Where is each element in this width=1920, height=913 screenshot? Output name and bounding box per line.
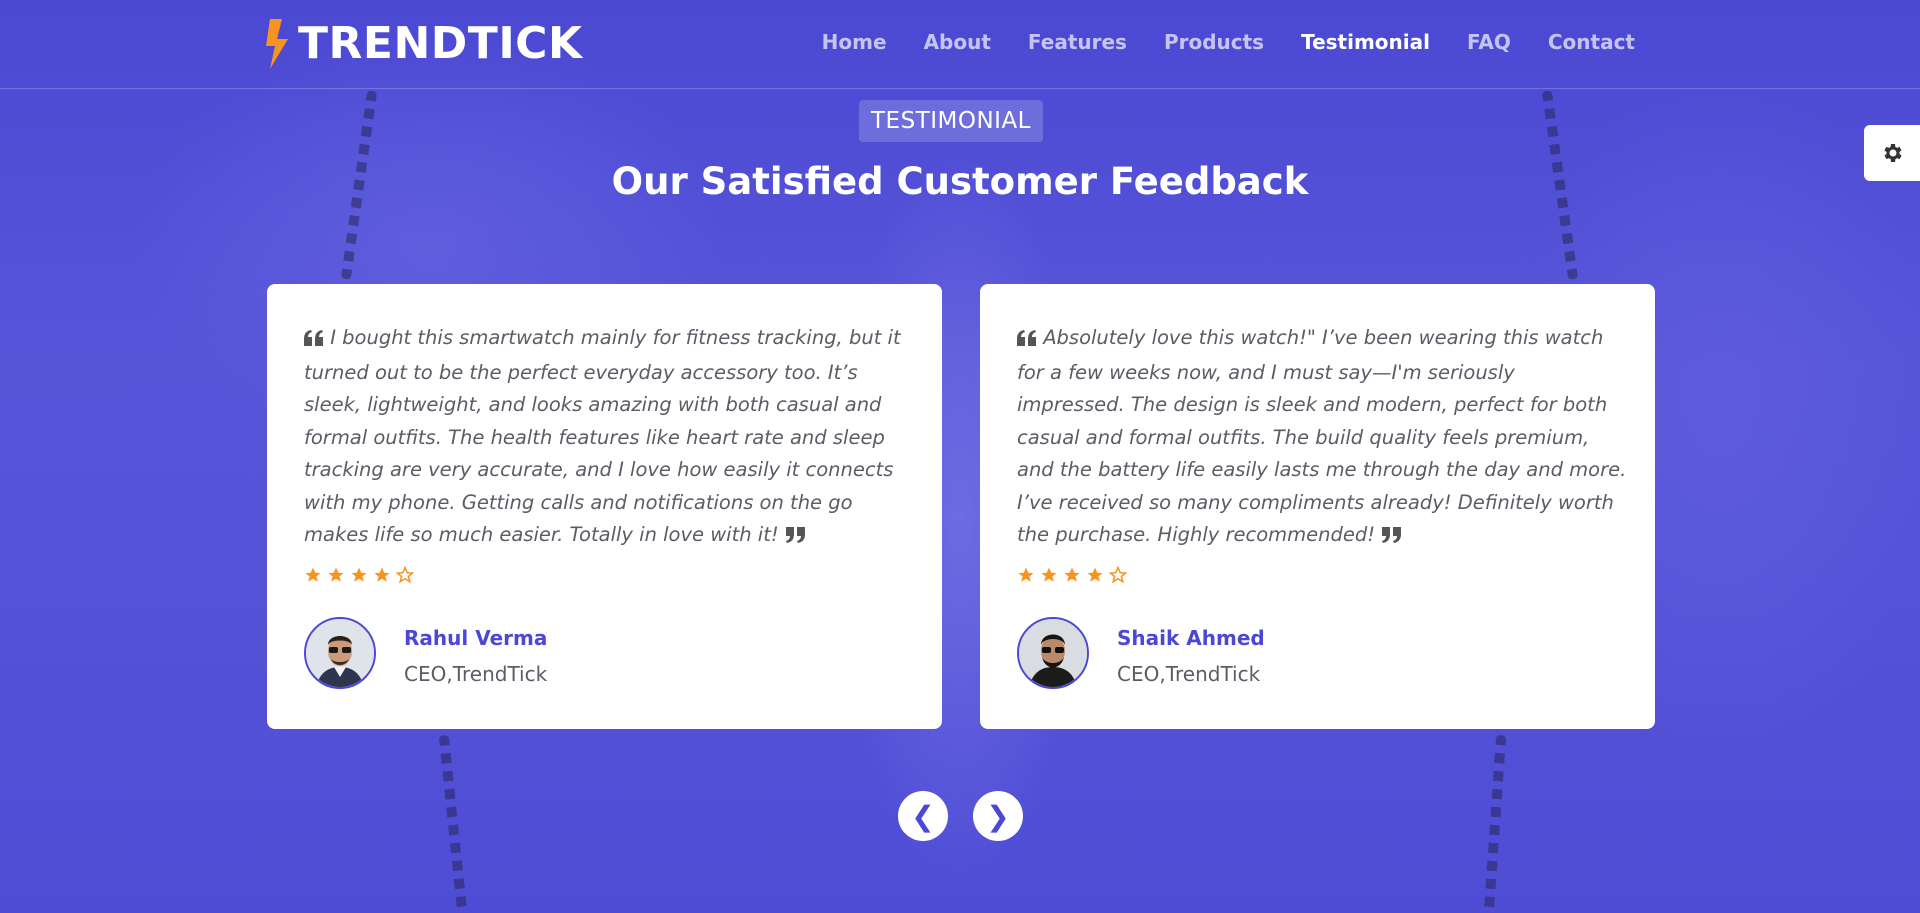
nav-testimonial[interactable]: Testimonial [1301, 30, 1430, 54]
swing-chain-left-bottom [438, 734, 468, 913]
avatar [304, 617, 376, 689]
quote-text: I bought this smartwatch mainly for fitn… [304, 326, 901, 546]
star-empty-icon [1109, 566, 1127, 584]
nav-products[interactable]: Products [1164, 30, 1264, 54]
nav-about[interactable]: About [924, 30, 991, 54]
author-role: CEO,TrendTick [404, 662, 548, 686]
brand-logo[interactable]: TRENDTICK [264, 18, 583, 69]
star-rating [304, 566, 414, 584]
testimonial-quote: I bought this smartwatch mainly for fitn… [304, 322, 914, 554]
star-filled-icon [1064, 567, 1080, 582]
testimonial-quote: Absolutely love this watch!" I’ve been w… [1017, 322, 1627, 554]
nav-home[interactable]: Home [822, 30, 887, 54]
brand-name: TRENDTICK [298, 18, 583, 69]
main-nav: Home About Features Products Testimonial… [822, 30, 1635, 54]
quote-close-icon [1381, 521, 1402, 554]
star-filled-icon [1087, 567, 1103, 582]
star-filled-icon [1018, 567, 1034, 582]
star-empty-icon [396, 566, 414, 584]
star-filled-icon [305, 567, 321, 582]
quote-text: Absolutely love this watch!" I’ve been w… [1017, 326, 1627, 546]
carousel-next-button[interactable]: ❯ [973, 791, 1023, 841]
swing-chain-right-bottom [1483, 734, 1507, 913]
quote-open-icon [1017, 324, 1037, 357]
star-filled-icon [374, 567, 390, 582]
section-title: Our Satisfied Customer Feedback [611, 160, 1309, 203]
nav-features[interactable]: Features [1028, 30, 1127, 54]
author-role: CEO,TrendTick [1117, 662, 1261, 686]
quote-close-icon [785, 521, 805, 554]
nav-contact[interactable]: Contact [1548, 30, 1635, 54]
quote-open-icon [304, 324, 324, 357]
nav-faq[interactable]: FAQ [1467, 30, 1511, 54]
star-rating [1017, 566, 1127, 584]
carousel-prev-button[interactable]: ❮ [898, 791, 948, 841]
site-header: TRENDTICK Home About Features Products T… [0, 0, 1920, 89]
avatar [1017, 617, 1089, 689]
star-filled-icon [328, 567, 344, 582]
lightning-bolt-icon [266, 18, 288, 69]
author-name: Rahul Verma [404, 626, 548, 650]
star-filled-icon [351, 567, 367, 582]
section-eyebrow: TESTIMONIAL [859, 100, 1043, 142]
author-name: Shaik Ahmed [1117, 626, 1265, 650]
testimonial-card: I bought this smartwatch mainly for fitn… [267, 284, 942, 729]
star-filled-icon [1041, 567, 1057, 582]
testimonial-card: Absolutely love this watch!" I’ve been w… [980, 284, 1655, 729]
